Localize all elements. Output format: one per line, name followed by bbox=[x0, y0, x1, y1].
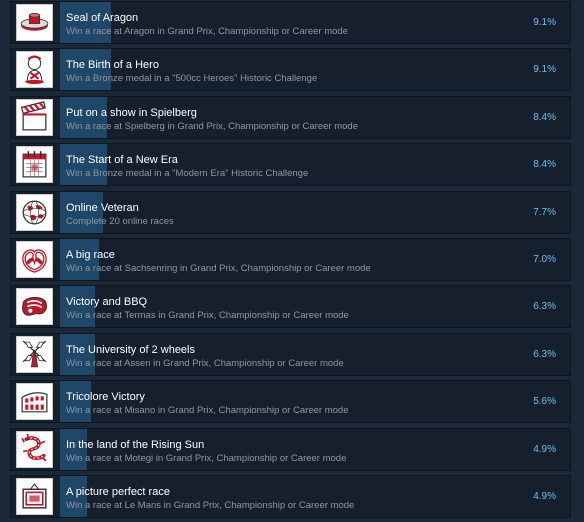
achievement-percent: 7.7% bbox=[533, 206, 556, 218]
achievement-percent: 4.9% bbox=[533, 443, 556, 455]
globe-icon bbox=[16, 193, 53, 231]
achievement-description: Win a Bronze medal in a "500cc Heroes" H… bbox=[66, 73, 318, 85]
achievement-row[interactable]: Tricolore Victory Win a race at Misano i… bbox=[10, 380, 571, 424]
achievement-description: Win a race at Aragon in Grand Prix, Cham… bbox=[66, 26, 348, 37]
pretzel-icon bbox=[16, 240, 53, 278]
achievement-percent: 7.0% bbox=[533, 253, 556, 265]
achievement-percent: 4.9% bbox=[533, 490, 556, 502]
dragon-icon bbox=[16, 430, 53, 468]
achievement-description: Win a race at Assen in Grand Prix, Champ… bbox=[66, 357, 344, 369]
achievement-title: The Birth of a Hero bbox=[66, 59, 159, 72]
achievement-percent: 6.3% bbox=[533, 348, 556, 360]
achievement-title: A picture perfect race bbox=[66, 485, 170, 498]
achievement-description: Win a race at Le Mans in Grand Prix, Cha… bbox=[66, 499, 355, 511]
achievement-description: Win a race at Sachsenring in Grand Prix,… bbox=[66, 262, 371, 274]
achievement-percent: 6.3% bbox=[533, 301, 556, 313]
achievement-title: Victory and BBQ bbox=[66, 296, 148, 309]
achievement-title: Put on a show in Spielberg bbox=[66, 106, 197, 119]
achievement-row[interactable]: A big race Win a race at Sachsenring in … bbox=[10, 237, 571, 281]
baby-icon bbox=[16, 51, 53, 89]
achievement-title: A big race bbox=[66, 248, 115, 261]
achievement-description: Win a race at Termas in Grand Prix, Cham… bbox=[66, 310, 349, 322]
achievement-title: The University of 2 wheels bbox=[66, 343, 195, 356]
achievement-row[interactable]: In the land of the Rising Sun Win a race… bbox=[10, 427, 571, 471]
colosseum-icon bbox=[16, 383, 53, 421]
achievement-percent: 9.1% bbox=[533, 64, 556, 76]
seal-icon bbox=[16, 4, 53, 41]
achievement-percent: 8.4% bbox=[533, 159, 556, 171]
achievement-row[interactable]: The Birth of a Hero Win a Bronze medal i… bbox=[10, 48, 571, 92]
achievement-title: Online Veteran bbox=[66, 201, 139, 214]
achievement-title: In the land of the Rising Sun bbox=[66, 438, 205, 451]
achievement-row[interactable]: Put on a show in Spielberg Win a race at… bbox=[10, 95, 571, 139]
achievement-title: The Start of a New Era bbox=[66, 154, 178, 167]
windmill-icon bbox=[16, 335, 53, 373]
achievement-description: Complete 20 online races bbox=[66, 215, 174, 227]
clapperboard-icon bbox=[16, 98, 53, 136]
achievement-row[interactable]: A picture perfect race Win a race at Le … bbox=[10, 474, 571, 518]
achievement-description: Win a race at Misano in Grand Prix, Cham… bbox=[66, 405, 349, 417]
achievement-description: Win a Bronze medal in a "Modern Era" His… bbox=[66, 168, 309, 180]
achievement-percent: 5.6% bbox=[533, 396, 556, 408]
achievement-percent: 9.1% bbox=[533, 17, 556, 28]
achievement-row[interactable]: The Start of a New Era Win a Bronze meda… bbox=[10, 143, 571, 187]
picture-frame-icon bbox=[16, 477, 53, 515]
achievement-title: Seal of Aragon bbox=[66, 12, 139, 24]
steak-icon bbox=[16, 288, 53, 326]
calendar-icon bbox=[16, 146, 53, 184]
achievement-percent: 8.4% bbox=[533, 111, 556, 123]
achievement-row[interactable]: The University of 2 wheels Win a race at… bbox=[10, 332, 571, 376]
achievement-row[interactable]: Online Veteran Complete 20 online races … bbox=[10, 190, 571, 234]
achievement-row[interactable]: Victory and BBQ Win a race at Termas in … bbox=[10, 285, 571, 329]
achievement-description: Win a race at Motegi in Grand Prix, Cham… bbox=[66, 452, 347, 464]
achievement-description: Win a race at Spielberg in Grand Prix, C… bbox=[66, 120, 358, 132]
achievement-title: Tricolore Victory bbox=[66, 391, 145, 404]
achievement-list: Seal of Aragon Win a race at Aragon in G… bbox=[10, 1, 571, 522]
achievement-row[interactable]: Seal of Aragon Win a race at Aragon in G… bbox=[10, 1, 571, 44]
